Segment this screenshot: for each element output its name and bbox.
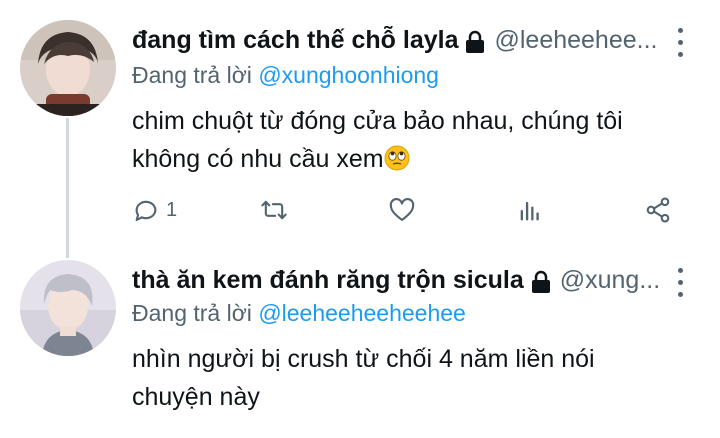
tweet-actions: 1 bbox=[132, 196, 692, 230]
display-name[interactable]: thà ăn kem đánh răng trộn sicula bbox=[132, 266, 524, 295]
tweet-header: đang tìm cách thế chỗ layla @leeheehee..… bbox=[132, 26, 662, 55]
views-icon bbox=[520, 201, 539, 221]
more-icon[interactable] bbox=[670, 24, 690, 60]
share-button[interactable] bbox=[644, 196, 672, 224]
more-icon[interactable] bbox=[670, 264, 690, 300]
reply-mention-link[interactable]: @xunghoonhiong bbox=[258, 62, 439, 88]
tweet[interactable]: thà ăn kem đánh răng trộn sicula @xung..… bbox=[0, 250, 720, 438]
tweet[interactable]: đang tìm cách thế chỗ layla @leeheehee..… bbox=[0, 0, 720, 250]
display-name[interactable]: đang tìm cách thế chỗ layla bbox=[132, 26, 458, 55]
retweet-icon bbox=[261, 200, 287, 220]
reply-prefix: Đang trả lời bbox=[132, 62, 259, 88]
handle[interactable]: @xung... bbox=[560, 266, 660, 295]
lock-icon bbox=[464, 30, 486, 54]
share-icon bbox=[646, 197, 670, 223]
face-with-rolling-eyes-emoji bbox=[384, 144, 410, 171]
tweet-text-line: chuyện này bbox=[132, 383, 260, 411]
like-button[interactable] bbox=[388, 196, 416, 224]
handle[interactable]: @leeheehee... bbox=[494, 26, 657, 55]
reply-context: Đang trả lời @xunghoonhiong bbox=[132, 62, 439, 89]
like-icon bbox=[389, 198, 415, 221]
reply-context: Đang trả lời @leeheeheeheehee bbox=[132, 300, 466, 327]
lock-icon bbox=[530, 270, 552, 294]
tweet-text-line: nhìn người bị crush từ chối 4 năm liền n… bbox=[132, 345, 595, 373]
retweet-button[interactable] bbox=[260, 196, 288, 224]
avatar[interactable] bbox=[20, 20, 116, 116]
tweet-text: chim chuột từ đóng cửa bảo nhau, chúng t… bbox=[132, 102, 692, 178]
avatar[interactable] bbox=[20, 260, 116, 356]
tweet-text-line: không có nhu cầu xem bbox=[132, 145, 384, 173]
tweet-text: nhìn người bị crush từ chối 4 năm liền n… bbox=[132, 340, 692, 416]
tweet-header: thà ăn kem đánh răng trộn sicula @xung..… bbox=[132, 266, 662, 295]
reply-icon bbox=[135, 200, 157, 221]
reply-button[interactable]: 1 bbox=[132, 196, 177, 224]
reply-mention-link[interactable]: @leeheeheeheehee bbox=[258, 300, 466, 326]
tweet-text-line-2: không có nhu cầu xem bbox=[132, 140, 692, 178]
reply-count: 1 bbox=[166, 198, 178, 221]
views-button[interactable] bbox=[516, 196, 544, 224]
reply-prefix: Đang trả lời bbox=[132, 300, 259, 326]
tweet-text-line: chim chuột từ đóng cửa bảo nhau, chúng t… bbox=[132, 107, 623, 135]
